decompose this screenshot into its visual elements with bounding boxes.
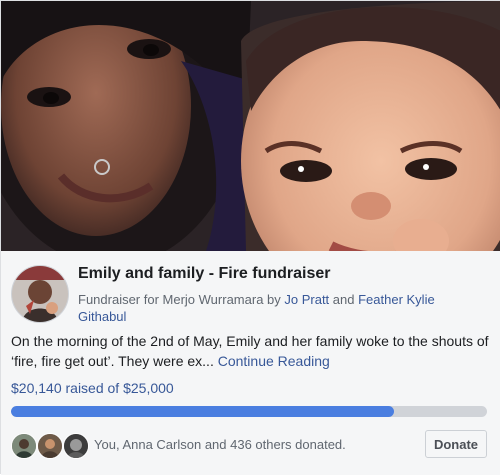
donate-button[interactable]: Donate: [425, 430, 487, 458]
fundraiser-details: Emily and family - Fire fundraiser Fundr…: [1, 251, 500, 475]
donor-avatar-2[interactable]: [37, 433, 63, 459]
subtitle-conjunction: and: [329, 292, 359, 307]
continue-reading-link[interactable]: Continue Reading: [218, 353, 330, 369]
fundraiser-subtitle: Fundraiser for Merjo Wurramara by Jo Pra…: [78, 291, 478, 325]
fundraiser-card: Emily and family - Fire fundraiser Fundr…: [0, 0, 500, 475]
progress-bar-fill: [11, 406, 395, 417]
donor-avatar-1-image: [12, 434, 36, 458]
avatar-image: [12, 266, 68, 322]
donor-avatars: [11, 433, 101, 459]
donor-avatar-2-image: [38, 434, 62, 458]
donor-avatar-1[interactable]: [11, 433, 37, 459]
cover-photo[interactable]: [1, 1, 500, 251]
organizer-link-1[interactable]: Jo Pratt: [284, 292, 329, 307]
donor-avatar-3[interactable]: [63, 433, 89, 459]
donor-avatar-3-image: [64, 434, 88, 458]
fundraiser-title[interactable]: Emily and family - Fire fundraiser: [78, 265, 331, 283]
amount-raised: $20,140 raised of $25,000: [11, 380, 174, 396]
cover-photo-image: [1, 1, 500, 251]
donations-summary[interactable]: You, Anna Carlson and 436 others donated…: [94, 437, 346, 452]
progress-bar: [11, 406, 487, 417]
subtitle-prefix: Fundraiser for Merjo Wurramara by: [78, 292, 285, 307]
fundraiser-avatar[interactable]: [11, 265, 69, 323]
fundraiser-description: On the morning of the 2nd of May, Emily …: [11, 331, 491, 371]
